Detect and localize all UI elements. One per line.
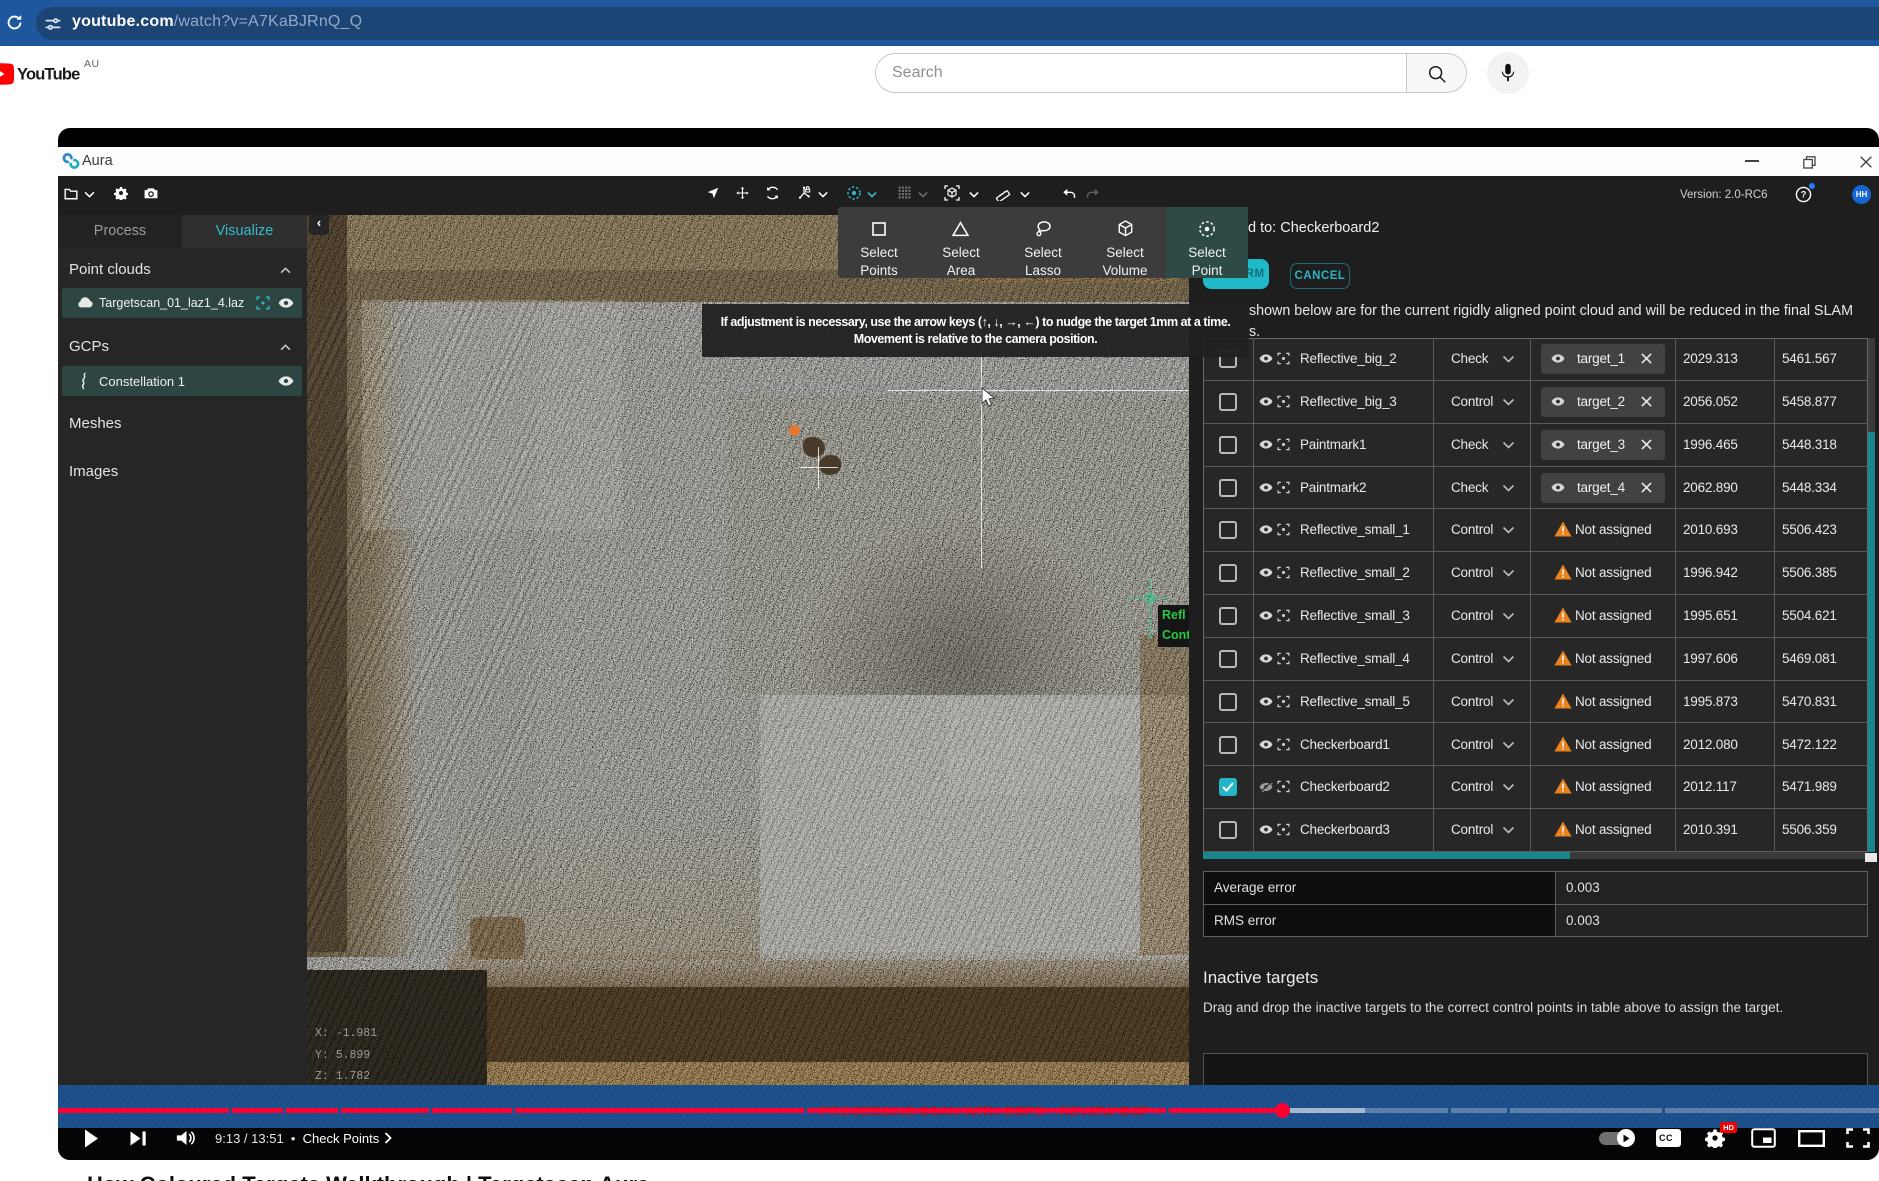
svg-text:?: ? — [1801, 190, 1807, 200]
svg-text:YouTube: YouTube — [17, 66, 80, 84]
